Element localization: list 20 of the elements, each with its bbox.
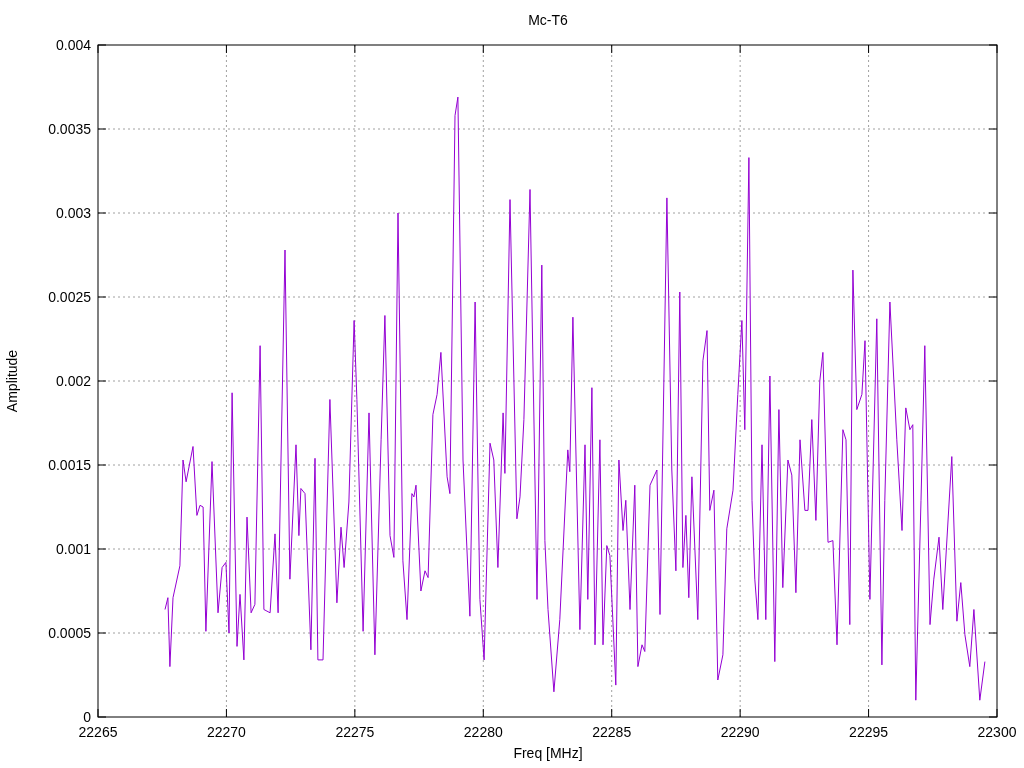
tick-label: 0.004 xyxy=(55,37,91,53)
axis-label: Freq [MHz] xyxy=(513,745,583,761)
tick-label: 22290 xyxy=(720,724,760,740)
tick-label: 22285 xyxy=(592,724,632,740)
tick-label: 22300 xyxy=(977,724,1017,740)
chart-title: Mc-T6 xyxy=(528,12,568,28)
tick-label: 0.0035 xyxy=(48,121,91,137)
tick-label: 22270 xyxy=(206,724,246,740)
tick-label: 0.002 xyxy=(55,373,91,389)
tick-label: 0.001 xyxy=(55,541,91,557)
tick-label: 0.003 xyxy=(55,205,91,221)
tick-label: 22295 xyxy=(849,724,889,740)
axis-label: Amplitude xyxy=(4,349,20,413)
tick-label: 0.0015 xyxy=(48,457,91,473)
tick-label: 0.0005 xyxy=(48,625,91,641)
tick-label: 0.0025 xyxy=(48,289,91,305)
tick-label: 22265 xyxy=(78,724,118,740)
tick-label: 22275 xyxy=(335,724,375,740)
tick-label: 0 xyxy=(83,709,91,725)
tick-label: 22280 xyxy=(463,724,503,740)
